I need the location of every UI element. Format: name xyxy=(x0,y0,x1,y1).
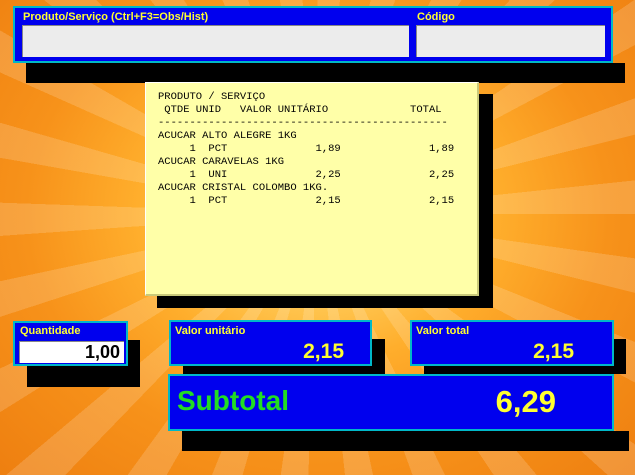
receipt-panel: PRODUTO / SERVIÇO QTDE UNID VALOR UNITÁR… xyxy=(145,82,479,296)
total-value-amount: 2,15 xyxy=(533,340,574,363)
unit-value-panel: Valor unitário 2,15 xyxy=(169,320,372,366)
receipt-separator: ----------------------------------------… xyxy=(158,117,448,129)
code-field-label: Código xyxy=(417,11,455,23)
receipt-item-detail: 1 PCT 1,89 1,89 xyxy=(158,143,455,155)
receipt-item-name: ACUCAR ALTO ALEGRE 1KG xyxy=(158,130,297,142)
total-value-panel: Valor total 2,15 xyxy=(410,320,614,366)
quantity-panel: Quantidade 1,00 xyxy=(13,321,128,366)
receipt-text: PRODUTO / SERVIÇO QTDE UNID VALOR UNITÁR… xyxy=(158,91,454,208)
subtotal-label: Subtotal xyxy=(177,385,289,416)
receipt-item-detail: 1 PCT 2,15 2,15 xyxy=(158,195,455,207)
unit-value-label: Valor unitário xyxy=(175,325,246,337)
total-value-label: Valor total xyxy=(416,325,470,337)
receipt-header-title: PRODUTO / SERVIÇO xyxy=(158,91,266,103)
product-field-label: Produto/Serviço (Ctrl+F3=Obs/Hist) xyxy=(23,11,209,23)
receipt-item-name: ACUCAR CRISTAL COLOMBO 1KG. xyxy=(158,182,329,194)
subtotal-panel: Subtotal 6,29 xyxy=(168,374,614,431)
header-shadow xyxy=(26,63,625,83)
receipt-column-headers: QTDE UNID VALOR UNITÁRIO TOTAL xyxy=(158,104,442,116)
code-input[interactable] xyxy=(416,25,605,57)
subtotal-amount: 6,29 xyxy=(495,384,556,419)
quantity-value: 1,00 xyxy=(84,342,120,362)
receipt-item-name: ACUCAR CARAVELAS 1KG xyxy=(158,156,285,168)
product-input[interactable] xyxy=(22,25,409,57)
quantity-label: Quantidade xyxy=(20,325,81,337)
subtotal-shadow xyxy=(182,431,629,451)
product-search-panel: Produto/Serviço (Ctrl+F3=Obs/Hist) Códig… xyxy=(13,6,613,63)
receipt-item-detail: 1 UNI 2,25 2,25 xyxy=(158,169,455,181)
unit-value-amount: 2,15 xyxy=(303,340,344,363)
quantity-input[interactable]: 1,00 xyxy=(19,341,124,363)
